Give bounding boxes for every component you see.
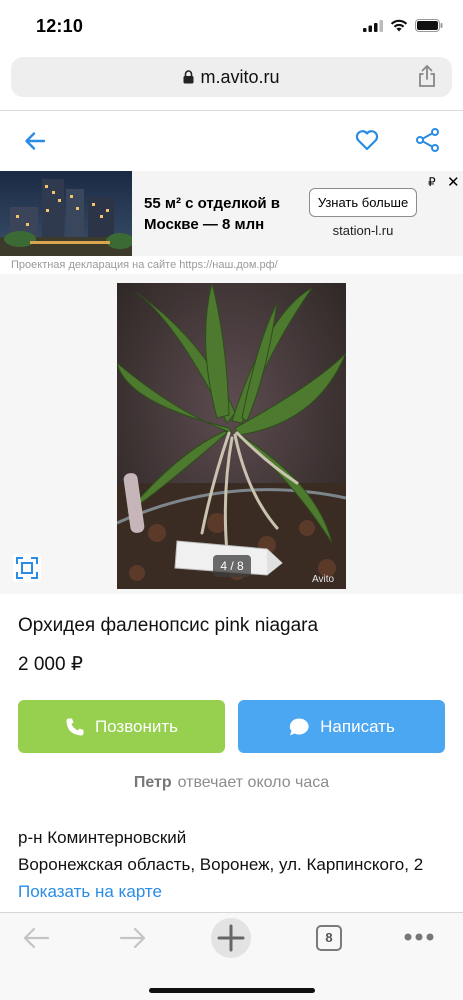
battery-icon [415,19,443,32]
listing-nav [0,118,463,166]
message-button-label: Написать [320,716,395,736]
chat-bubble-icon [290,717,309,735]
url-text: m.avito.ru [200,67,280,87]
ad-close-button[interactable]: ✕ [447,173,460,191]
seller-response: Петр отвечает около часа [0,774,463,792]
browser-forward-icon[interactable] [119,925,147,951]
ad-ruble-mark: ₽ [428,175,436,189]
call-button-label: Позвонить [94,716,179,736]
browser-back-icon[interactable] [22,925,50,951]
url-display: m.avito.ru [11,67,452,88]
response-time: отвечает около часа [177,774,330,791]
listing-address: Воронежская область, Воронеж, ул. Карпин… [18,855,424,874]
ad-banner[interactable]: 55 м² с отделкой в Москве — 8 млн Узнать… [0,171,463,256]
lock-icon [183,70,194,84]
listing-price: 2 000 ₽ [18,654,83,675]
divider [0,110,463,111]
listing-district: р-н Коминтерновский [18,828,187,847]
phone-icon [66,718,84,735]
photo-gallery[interactable]: 4 / 8 Avito [0,274,463,594]
call-button[interactable]: Позвонить [18,700,225,753]
browser-toolbar: 8 [0,912,463,1000]
ad-disclaimer: Проектная декларация на сайте https://на… [11,259,278,271]
favorite-heart-icon[interactable] [354,127,380,153]
share-icon[interactable] [415,127,441,153]
browser-share-icon[interactable] [418,64,436,88]
listing-title: Орхидея фаленопсис pink niagara [18,615,319,636]
listing-photo[interactable] [117,283,346,589]
status-time: 12:10 [36,16,84,36]
tabs-count-button[interactable]: 8 [316,925,342,951]
ad-learn-more-button[interactable]: Узнать больше [309,188,417,217]
status-bar: 12:10 [0,0,463,54]
ad-image[interactable] [0,171,132,256]
new-tab-plus-icon[interactable] [210,917,252,959]
photo-watermark: Avito [312,574,335,585]
ad-headline: 55 м² с отделкой в Москве — 8 млн [144,195,281,233]
back-arrow-icon[interactable] [22,128,48,154]
show-on-map-link[interactable]: Показать на карте [18,882,162,902]
home-indicator [149,988,315,993]
cellular-signal-icon [363,19,383,32]
ad-domain: station-l.ru [332,223,394,238]
wifi-icon [390,19,408,32]
photo-counter: 4 / 8 [213,555,251,577]
fullscreen-icon[interactable] [13,554,41,582]
more-menu-icon[interactable] [404,933,434,941]
seller-name[interactable]: Петр [134,774,172,791]
status-icons [363,19,443,32]
browser-url-bar[interactable]: m.avito.ru [11,57,452,97]
message-button[interactable]: Написать [238,700,445,753]
